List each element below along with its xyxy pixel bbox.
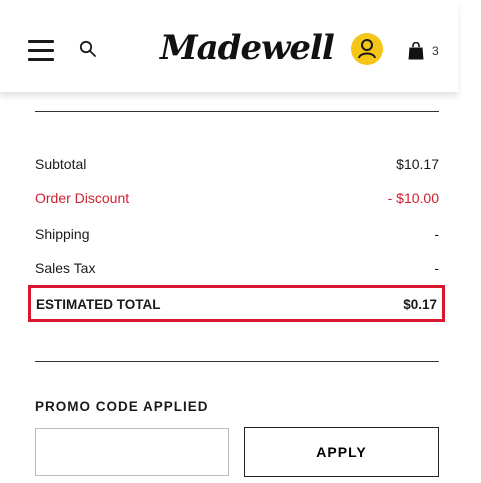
search-icon[interactable]: [79, 40, 97, 58]
subtotal-value: $10.17: [396, 156, 439, 172]
estimated-total-label: ESTIMATED TOTAL: [36, 297, 161, 312]
sales-tax-row: Sales Tax -: [35, 260, 439, 280]
menu-icon[interactable]: [28, 40, 54, 62]
promo-code-title: PROMO CODE APPLIED: [35, 399, 209, 414]
promo-code-input[interactable]: [35, 428, 229, 476]
sales-tax-value: -: [434, 260, 439, 276]
bag-count: 3: [432, 44, 439, 58]
shipping-label: Shipping: [35, 226, 90, 242]
brand-logo[interactable]: Madewell: [160, 24, 335, 72]
divider: [35, 111, 439, 112]
shipping-value: -: [434, 226, 439, 242]
user-icon: [358, 39, 376, 59]
account-button[interactable]: [351, 33, 383, 65]
discount-label: Order Discount: [35, 190, 130, 206]
subtotal-row: Subtotal $10.17: [35, 156, 439, 176]
subtotal-label: Subtotal: [35, 156, 87, 172]
estimated-total-value: $0.17: [403, 297, 437, 312]
shipping-row: Shipping -: [35, 226, 439, 246]
divider: [35, 361, 439, 362]
discount-value: - $10.00: [387, 190, 439, 206]
shopping-bag-icon[interactable]: [408, 42, 424, 60]
sales-tax-label: Sales Tax: [35, 260, 96, 276]
apply-button[interactable]: APPLY: [244, 427, 439, 477]
site-header: Madewell 3: [0, 0, 458, 93]
estimated-total-row: ESTIMATED TOTAL $0.17: [28, 285, 445, 322]
discount-row: Order Discount - $10.00: [35, 190, 439, 210]
